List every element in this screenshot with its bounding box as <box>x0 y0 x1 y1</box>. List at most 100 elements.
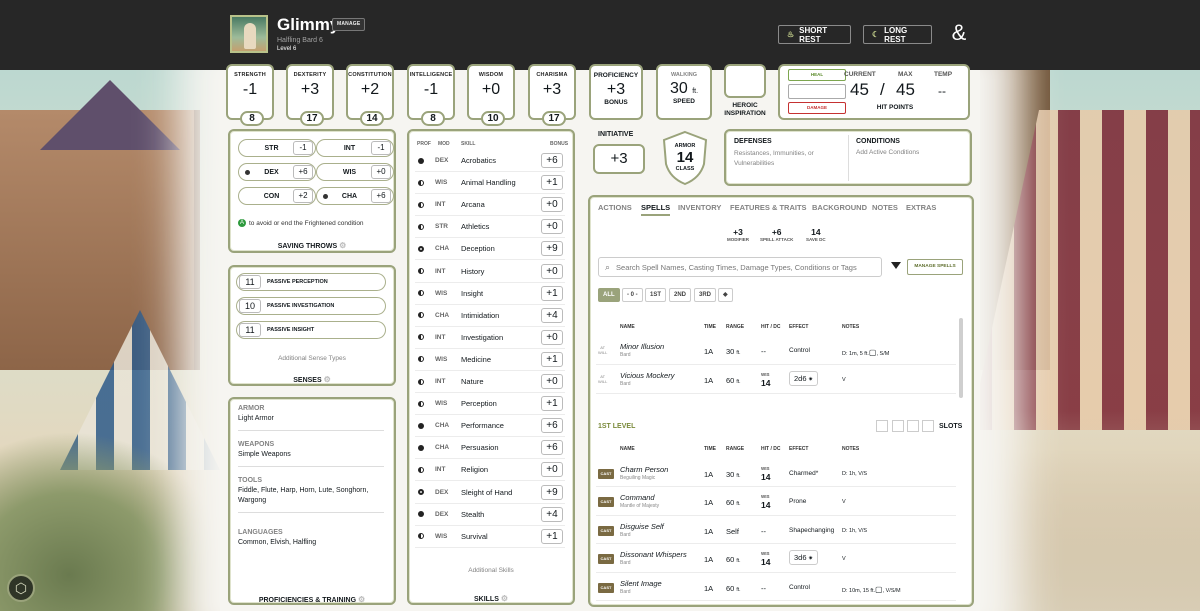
spell-stat: +3 MODIFIER <box>727 227 749 242</box>
spell-level-filter[interactable]: 3RD <box>694 288 717 302</box>
spell-level-filter[interactable]: - 0 - <box>622 288 643 302</box>
additional-skills[interactable]: Additional Skills <box>409 567 573 574</box>
filter-icon[interactable] <box>891 262 901 269</box>
spell-row[interactable]: CAST Dissonant Whispers Bard 1A 60 ft. WIS 14 3d… <box>596 546 956 573</box>
proficiency-dot <box>418 400 424 407</box>
initiative-value[interactable]: +3 <box>593 144 645 174</box>
gear-icon[interactable]: ⚙ <box>324 375 331 384</box>
dragon-ampersand-icon[interactable]: & <box>946 20 972 46</box>
saving-throw-int[interactable]: INT -1 <box>316 139 394 157</box>
skill-row[interactable]: WIS Animal Handling +1 <box>415 172 565 195</box>
gear-icon[interactable]: ⚙ <box>501 594 508 603</box>
spell-slot[interactable] <box>922 420 934 432</box>
skill-row[interactable]: CHA Persuasion +6 <box>415 437 565 460</box>
spell-row[interactable]: CAST Silent Image Bard 1A 60 ft. -- Control D: 1… <box>596 574 956 601</box>
ability-intelligence[interactable]: INTELLIGENCE -1 8 <box>407 64 455 126</box>
passive-sense: 11 PASSIVE PERCEPTION <box>236 273 386 291</box>
skill-row[interactable]: DEX Stealth +4 <box>415 504 565 526</box>
ability-dexterity[interactable]: DEXTERITY +3 17 <box>286 64 334 126</box>
spell-row[interactable]: CAST Disguise Self Bard 1A Self -- Shapechangi… <box>596 517 956 544</box>
skill-row[interactable]: WIS Insight +1 <box>415 283 565 305</box>
ability-constitution[interactable]: CONSTITUTION +2 14 <box>346 64 394 126</box>
scrollbar[interactable] <box>959 318 963 398</box>
slots-label: SLOTS <box>939 423 963 430</box>
avatar[interactable] <box>230 15 268 53</box>
damage-roll[interactable]: 2d6 ✷ <box>789 371 819 386</box>
ability-score: 10 <box>481 111 505 126</box>
skill-row[interactable]: INT Religion +0 <box>415 459 565 482</box>
spell-slot[interactable] <box>907 420 919 432</box>
skill-row[interactable]: INT Nature +0 <box>415 371 565 393</box>
proficiency-dot <box>418 489 424 495</box>
skill-row[interactable]: INT Arcana +0 <box>415 194 565 217</box>
long-rest-button[interactable]: ☾ LONG REST <box>863 25 932 44</box>
defenses-text[interactable]: Resistances, Immunities, or Vulnerabilit… <box>734 149 844 169</box>
tab-inventory[interactable]: INVENTORY <box>678 203 721 212</box>
skill-row[interactable]: WIS Perception +1 <box>415 393 565 416</box>
spell-level-filter[interactable]: 1ST <box>645 288 667 302</box>
skill-row[interactable]: WIS Medicine +1 <box>415 349 565 371</box>
spell-row[interactable]: CAST Charm Person Beguiling Magic 1A 30 ft. WI… <box>596 460 956 487</box>
cast-button[interactable]: CAST <box>598 468 614 479</box>
saving-throw-wis[interactable]: WIS +0 <box>316 163 394 181</box>
d20-icon[interactable]: ⬡ <box>7 574 35 602</box>
conditions-text[interactable]: Add Active Conditions <box>856 149 919 156</box>
ability-wisdom[interactable]: WISDOM +0 10 <box>467 64 515 126</box>
saving-throw-cha[interactable]: CHA +6 <box>316 187 394 205</box>
spell-column-header: NOTES <box>842 446 860 452</box>
hp-current[interactable]: 45 <box>850 80 869 100</box>
cast-button[interactable]: CAST <box>598 582 614 593</box>
hp-temp[interactable]: -- <box>938 84 946 98</box>
ability-score: 17 <box>300 111 324 126</box>
spell-level-filter[interactable]: ◆ <box>718 288 733 302</box>
damage-roll[interactable]: 3d6 ✷ <box>789 550 819 565</box>
additional-sense-types[interactable]: Additional Sense Types <box>230 355 394 362</box>
heroic-inspiration-toggle[interactable] <box>724 64 766 98</box>
short-rest-button[interactable]: ♨ SHORT REST <box>778 25 851 44</box>
proficiency-dot <box>418 245 424 252</box>
spell-search-input[interactable]: ⌕ Search Spell Names, Casting Times, Dam… <box>598 257 882 277</box>
saving-throw-con[interactable]: CON +2 <box>238 187 316 205</box>
spell-row[interactable]: AT WILL Vicious Mockery Bard 1A 60 ft. WIS 14 2d6… <box>596 366 956 394</box>
cast-button[interactable]: CAST <box>598 525 614 536</box>
manage-button[interactable]: MANAGE <box>332 18 366 31</box>
gear-icon[interactable]: ⚙ <box>358 595 365 604</box>
character-level: Level 6 <box>277 46 297 52</box>
manage-spells-button[interactable]: MANAGE SPELLS <box>907 259 963 275</box>
tab-background[interactable]: BACKGROUND <box>812 203 867 212</box>
tab-features-traits[interactable]: FEATURES & TRAITS <box>730 203 807 212</box>
proficiency-dot <box>418 378 424 385</box>
cast-button[interactable]: CAST <box>598 554 614 564</box>
heal-button[interactable]: HEAL <box>788 69 846 81</box>
skill-row[interactable]: CHA Intimidation +4 <box>415 305 565 327</box>
saving-throw-dex[interactable]: DEX +6 <box>238 163 316 181</box>
proficiency-section: LANGUAGES Common, Elvish, Halfling <box>238 529 317 546</box>
ability-charisma[interactable]: CHARISMA +3 17 <box>528 64 576 126</box>
hp-amount-input[interactable] <box>788 84 846 99</box>
spell-row[interactable]: AT WILL Minor Illusion Bard 1A 30 ft. -- Control… <box>596 337 956 365</box>
skill-row[interactable]: DEX Acrobatics +6 <box>415 150 565 172</box>
spell-level-filter[interactable]: ALL <box>598 288 620 302</box>
skill-row[interactable]: INT History +0 <box>415 261 565 283</box>
skill-row[interactable]: CHA Performance +6 <box>415 415 565 438</box>
skill-row[interactable]: INT Investigation +0 <box>415 327 565 349</box>
spell-slot[interactable] <box>892 420 904 432</box>
skill-row[interactable]: CHA Deception +9 <box>415 238 565 261</box>
damage-button[interactable]: DAMAGE <box>788 102 846 114</box>
skill-row[interactable]: DEX Sleight of Hand +9 <box>415 482 565 504</box>
spell-slot[interactable] <box>876 420 888 432</box>
tab-spells[interactable]: SPELLS <box>641 203 671 216</box>
hp-max: 45 <box>896 80 915 99</box>
saving-throw-str[interactable]: STR -1 <box>238 139 316 157</box>
ability-strength[interactable]: STRENGTH -1 8 <box>226 64 274 126</box>
tab-actions[interactable]: ACTIONS <box>598 203 632 212</box>
cast-button[interactable]: CAST <box>598 497 614 507</box>
gear-icon[interactable]: ⚙ <box>339 241 346 250</box>
skill-row[interactable]: WIS Survival +1 <box>415 526 565 548</box>
spell-row[interactable]: CAST Command Mantle of Majesty 1A 60 ft. WIS 14… <box>596 489 956 516</box>
tab-extras[interactable]: EXTRAS <box>906 203 936 212</box>
tab-notes[interactable]: NOTES <box>872 203 898 212</box>
ability-score: 14 <box>360 111 384 126</box>
skill-row[interactable]: STR Athletics +0 <box>415 216 565 239</box>
spell-level-filter[interactable]: 2ND <box>669 288 692 302</box>
